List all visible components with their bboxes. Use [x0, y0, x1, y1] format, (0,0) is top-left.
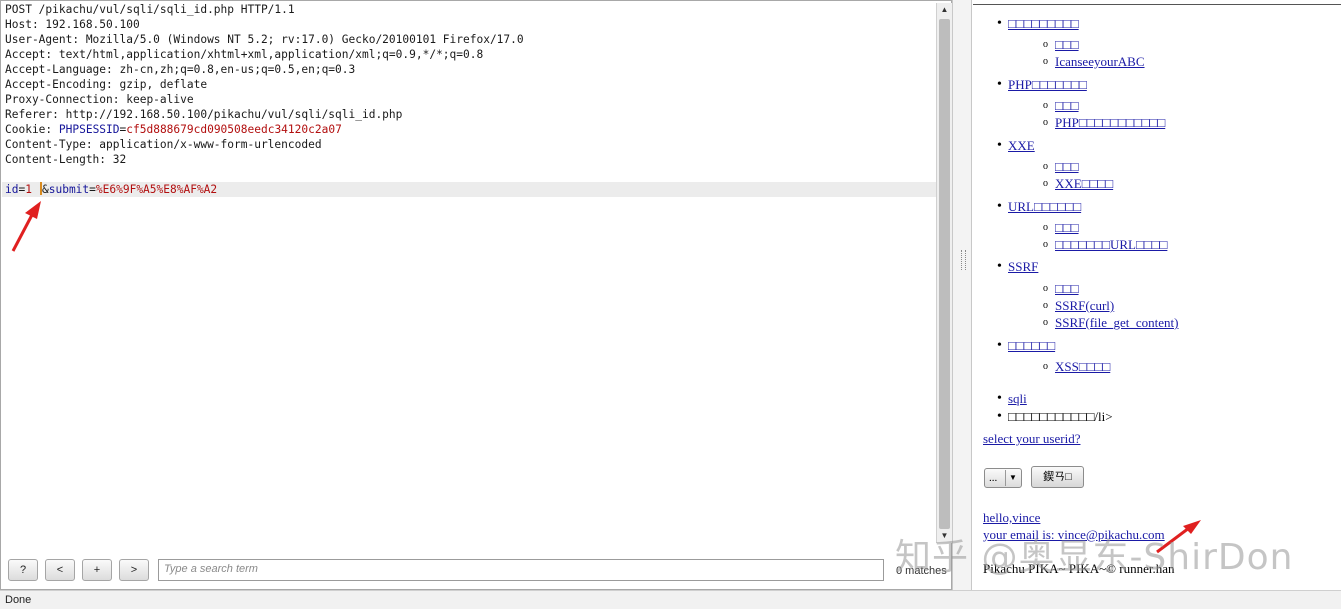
nav-subitem-url-2[interactable]: □□□□□□□URL□□□□ — [1055, 237, 1167, 252]
param-id-value: 1 — [25, 183, 32, 196]
nav-subitem-ssrf-curl[interactable]: SSRF(curl) — [1055, 298, 1114, 313]
truncated-top-link — [973, 0, 1341, 5]
host-header: Host: 192.168.50.100 — [5, 18, 140, 31]
param-separator: & — [41, 183, 49, 196]
request-editor-panel: POST /pikachu/vul/sqli/sqli_id.php HTTP/… — [0, 0, 952, 590]
help-button[interactable]: ? — [8, 559, 38, 581]
search-toolbar: ? < + > Type a search term 0 matches — [2, 553, 950, 587]
accept-language-header: Accept-Language: zh-cn,zh;q=0.8,en-us;q=… — [5, 63, 356, 76]
content-length-header: Content-Length: 32 — [5, 153, 127, 166]
dropdown-arrow-icon[interactable]: ▼ — [1005, 470, 1020, 486]
nav-subitem-1-1[interactable]: □□□ — [1055, 37, 1079, 52]
content-type-header: Content-Type: application/x-www-form-url… — [5, 138, 322, 151]
nav-subitem-ssrf-file[interactable]: SSRF(file_get_content) — [1055, 315, 1179, 330]
hello-user-text: hello,vince — [983, 510, 1041, 525]
nav-item-sqli[interactable]: sqli — [1008, 391, 1027, 406]
nav-subitem-xss[interactable]: XSS□□□□ — [1055, 359, 1110, 374]
param-submit-value: %E6%9F%A5%E8%AF%A2 — [95, 183, 218, 196]
vertical-scrollbar[interactable]: ▲ ▼ — [936, 3, 952, 543]
nav-subitem-php-2[interactable]: PHP□□□□□□□□□□□ — [1055, 115, 1165, 130]
param-submit-equals: = — [89, 183, 96, 196]
cookie-name: PHPSESSID — [58, 123, 120, 136]
status-bar: Done — [0, 590, 1341, 609]
splitter-grip-icon[interactable] — [961, 250, 966, 270]
nav-item-php[interactable]: PHP□□□□□□□ — [1008, 77, 1087, 92]
nav-item-xxe[interactable]: XXE — [1008, 138, 1035, 153]
query-submit-button[interactable]: 鍥ㄢ□ — [1031, 466, 1084, 488]
scrollbar-thumb[interactable] — [939, 19, 950, 529]
nav-item-ssrf[interactable]: SSRF — [1008, 259, 1038, 274]
add-button[interactable]: + — [82, 559, 112, 581]
user-email-text: your email is: vince@pikachu.com — [983, 527, 1165, 542]
cookie-header: Cookie: PHPSESSID=cf5d888679cd090508eedc… — [2, 122, 936, 137]
red-arrow-annotation-icon — [1156, 520, 1201, 554]
nav-subitem-xxe-2[interactable]: XXE□□□□ — [1055, 176, 1113, 191]
nav-subitem-1-2[interactable]: IcanseeyourABC — [1055, 54, 1145, 69]
select-userid-link[interactable]: select your userid? — [983, 431, 1080, 446]
rendered-response-panel: □□□□□□□□□ □□□ IcanseeyourABC PHP□□□□□□□ … — [973, 0, 1341, 590]
referer-header: Referer: http://192.168.50.100/pikachu/v… — [5, 108, 403, 121]
nav-item-misc[interactable]: □□□□□□ — [1008, 338, 1055, 353]
page-footer: Pikachu PIKA~ PIKA~© runner.han — [983, 561, 1175, 576]
nav-subitem-url-1[interactable]: □□□ — [1055, 220, 1079, 235]
search-input[interactable]: Type a search term — [158, 559, 884, 581]
request-line: POST /pikachu/vul/sqli/sqli_id.php HTTP/… — [5, 3, 295, 16]
param-id-name: id — [5, 183, 19, 196]
match-count: 0 matches — [896, 565, 947, 577]
request-body-line[interactable]: id=1 &submit=%E6%9F%A5%E8%AF%A2 — [2, 182, 936, 197]
cookie-label: Cookie: — [5, 123, 59, 136]
red-arrow-annotation-icon — [11, 201, 41, 252]
scroll-down-arrow-icon[interactable]: ▼ — [937, 529, 952, 543]
param-submit-name: submit — [48, 183, 90, 196]
user-agent-header: User-Agent: Mozilla/5.0 (Windows NT 5.2;… — [5, 33, 524, 46]
nav-item-1[interactable]: □□□□□□□□□ — [1008, 16, 1079, 31]
select-value: ... — [989, 472, 998, 484]
pane-splitter[interactable] — [952, 0, 972, 590]
nav-subitem-ssrf-1[interactable]: □□□ — [1055, 281, 1079, 296]
next-match-button[interactable]: > — [119, 559, 149, 581]
accept-encoding-header: Accept-Encoding: gzip, deflate — [5, 78, 208, 91]
accept-header: Accept: text/html,application/xhtml+xml,… — [5, 48, 484, 61]
nav-subitem-php-1[interactable]: □□□ — [1055, 98, 1079, 113]
cookie-value: cf5d888679cd090508eedc34120c2a07 — [126, 123, 342, 136]
userid-select[interactable]: ... ▼ — [984, 468, 1022, 488]
previous-match-button[interactable]: < — [45, 559, 75, 581]
proxy-connection-header: Proxy-Connection: keep-alive — [5, 93, 194, 106]
request-text-area[interactable]: POST /pikachu/vul/sqli/sqli_id.php HTTP/… — [2, 2, 936, 545]
broken-list-item: □□□□□□□□□□□/li> — [997, 408, 1112, 425]
scroll-up-arrow-icon[interactable]: ▲ — [937, 3, 952, 17]
nav-subitem-xxe-1[interactable]: □□□ — [1055, 159, 1079, 174]
nav-item-url[interactable]: URL□□□□□□ — [1008, 199, 1081, 214]
